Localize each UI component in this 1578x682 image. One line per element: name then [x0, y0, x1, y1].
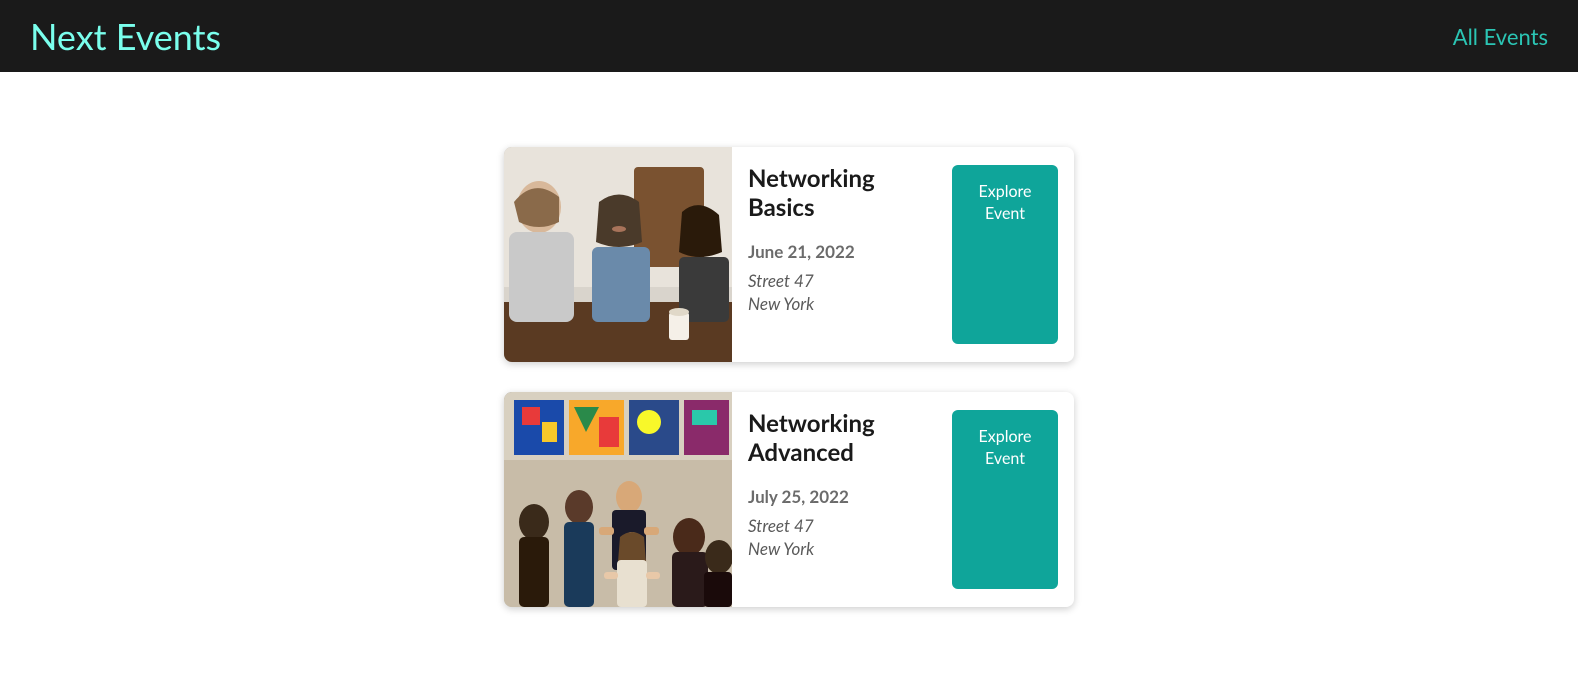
all-events-link[interactable]: All Events: [1453, 23, 1548, 50]
explore-event-button[interactable]: Explore Event: [952, 165, 1058, 344]
events-list: Networking Basics June 21, 2022 Street 4…: [0, 72, 1578, 682]
event-date: July 25, 2022: [748, 486, 936, 507]
event-date: June 21, 2022: [748, 241, 936, 262]
event-location: Street 47 New York: [748, 515, 936, 561]
explore-event-label: Explore Event: [979, 426, 1032, 471]
page-title: Next Events: [30, 14, 221, 58]
event-info: Networking Basics June 21, 2022 Street 4…: [732, 147, 952, 362]
event-card: Networking Basics June 21, 2022 Street 4…: [504, 147, 1074, 362]
event-title: Networking Basics: [748, 165, 936, 223]
page-header: Next Events All Events: [0, 0, 1578, 72]
event-image: [504, 392, 732, 607]
explore-event-button[interactable]: Explore Event: [952, 410, 1058, 589]
event-info: Networking Advanced July 25, 2022 Street…: [732, 392, 952, 607]
event-card: Networking Advanced July 25, 2022 Street…: [504, 392, 1074, 607]
explore-event-label: Explore Event: [979, 181, 1032, 226]
event-image: [504, 147, 732, 362]
event-title: Networking Advanced: [748, 410, 936, 468]
event-location: Street 47 New York: [748, 270, 936, 316]
